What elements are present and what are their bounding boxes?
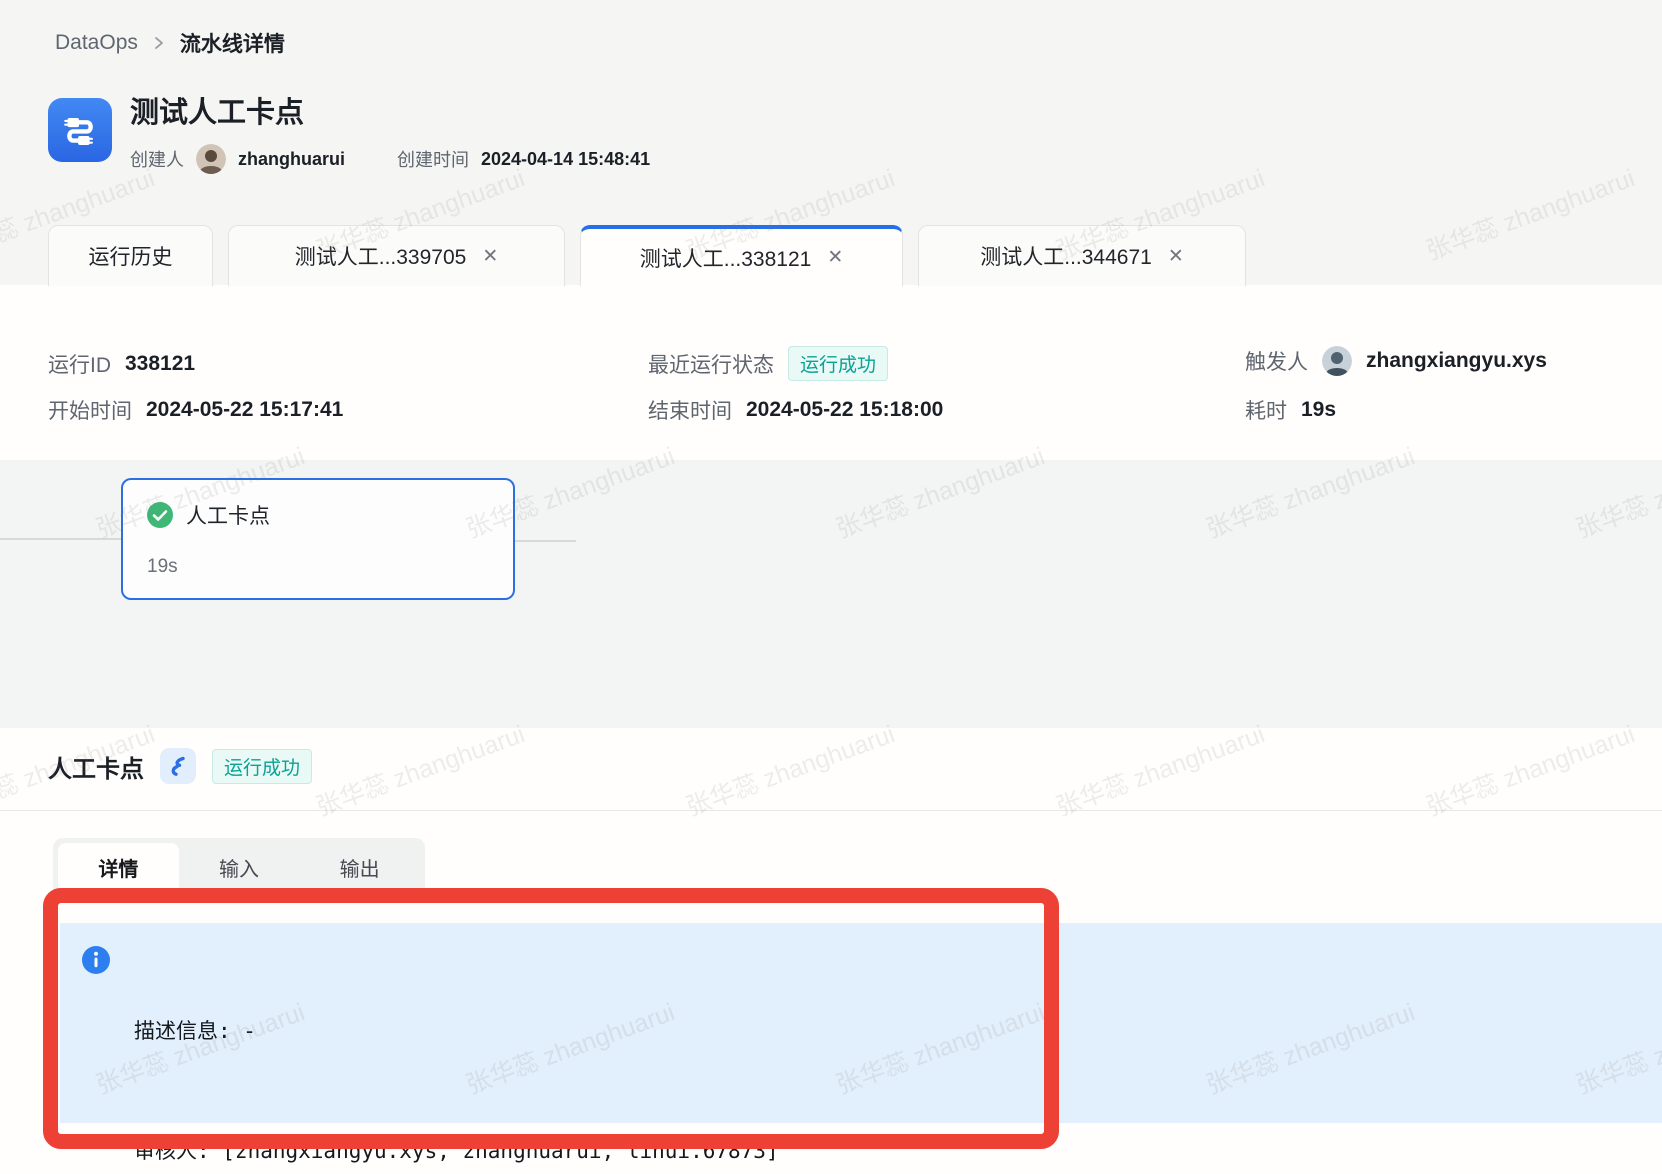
trigger-field: 触发人 zhangxiangyu.xys: [1245, 346, 1547, 376]
flow-node-manual-gate[interactable]: 人工卡点 19s: [121, 478, 515, 600]
start-time-label: 开始时间: [48, 400, 132, 423]
creator-label: 创建人: [130, 150, 184, 170]
created-time-label: 创建时间: [397, 150, 469, 170]
flow-edge-right: [515, 540, 576, 542]
start-time-value: 2024-05-22 15:17:41: [146, 398, 344, 421]
end-time-field: 结束时间 2024-05-22 15:18:00: [648, 395, 943, 425]
run-id-label: 运行ID: [48, 354, 111, 377]
run-id-value: 338121: [125, 352, 196, 375]
approval-info-panel: 描述信息: - 审核人: [zhangxiangyu.xys, zhanghua…: [60, 923, 1662, 1163]
status-label: 最近运行状态: [648, 353, 774, 377]
tab-label: 运行历史: [88, 246, 173, 269]
trigger-name: zhangxiangyu.xys: [1366, 349, 1547, 372]
tab-label: 测试人工...344671: [980, 246, 1152, 269]
info-icon: [82, 946, 110, 974]
tab-input[interactable]: 输入: [179, 843, 300, 891]
page-title: 测试人工卡点: [130, 97, 305, 129]
tab-run-history[interactable]: 运行历史: [48, 225, 213, 286]
tab-label: 测试人工...338121: [639, 247, 812, 271]
tab-run-339705[interactable]: 测试人工...339705 ✕: [228, 225, 565, 286]
breadcrumb: DataOps 流水线详情: [55, 28, 285, 58]
breadcrumb-current: 流水线详情: [179, 33, 285, 56]
tab-output[interactable]: 输出: [299, 843, 420, 891]
node-status-badge: 运行成功: [212, 748, 313, 784]
breadcrumb-root-link[interactable]: DataOps: [55, 31, 138, 55]
success-check-icon: [147, 502, 173, 528]
tab-detail[interactable]: 详情: [58, 843, 179, 891]
end-time-value: 2024-05-22 15:18:00: [746, 398, 944, 421]
tab-run-344671[interactable]: 测试人工...344671 ✕: [918, 225, 1246, 286]
section-divider: [0, 810, 1662, 811]
creator-avatar: [196, 144, 226, 174]
pipeline-icon: [48, 98, 112, 162]
description-line: 描述信息: -: [134, 1019, 256, 1043]
end-time-label: 结束时间: [648, 400, 732, 423]
run-detail-panel: 运行ID 338121 最近运行状态 运行成功 触发人 zhangxiangyu…: [0, 285, 1662, 1174]
pipeline-header: 测试人工卡点 创建人 zhanghuarui 创建时间 2024-04-14 1…: [48, 97, 651, 174]
status-badge: 运行成功: [788, 346, 889, 381]
chevron-right-icon: [152, 35, 166, 51]
start-time-field: 开始时间 2024-05-22 15:17:41: [48, 395, 343, 425]
node-section-title: 人工卡点: [48, 755, 144, 783]
reviewers-line: 审核人: [zhangxiangyu.xys, zhanghuarui, lih…: [134, 1139, 779, 1163]
node-duration: 19s: [147, 556, 178, 577]
flow-edge-left: [0, 538, 121, 540]
run-tab-bar: 运行历史 测试人工...339705 ✕ 测试人工...338121 ✕ 测试人…: [48, 225, 1662, 286]
duration-label: 耗时: [1245, 400, 1287, 423]
flow-canvas[interactable]: 人工卡点 19s: [0, 460, 1662, 728]
manual-gate-node-icon: [160, 748, 196, 784]
duration-value: 19s: [1301, 398, 1337, 421]
close-icon[interactable]: ✕: [827, 248, 843, 267]
status-field: 最近运行状态 运行成功: [648, 346, 889, 381]
node-detail-tab-bar: 详情 输入 输出: [53, 838, 425, 891]
close-icon[interactable]: ✕: [1168, 247, 1184, 266]
node-title: 人工卡点: [186, 505, 270, 528]
trigger-avatar: [1322, 346, 1352, 376]
tab-label: 测试人工...339705: [294, 246, 467, 269]
tab-run-338121[interactable]: 测试人工...338121 ✕: [580, 225, 903, 286]
approval-info-text: 描述信息: - 审核人: [zhangxiangyu.xys, zhanghua…: [134, 931, 779, 1174]
created-time-value: 2024-04-14 15:48:41: [481, 148, 651, 169]
creator-name: zhanghuarui: [238, 148, 345, 169]
duration-field: 耗时 19s: [1245, 395, 1336, 425]
run-id-field: 运行ID 338121: [48, 349, 195, 379]
pipeline-detail-page: DataOps 流水线详情 测试人工卡点 创建人 zhanghuarui 创建时…: [0, 0, 1662, 1174]
trigger-label: 触发人: [1245, 351, 1308, 374]
node-section-header: 人工卡点 运行成功: [48, 748, 313, 784]
close-icon[interactable]: ✕: [482, 247, 498, 266]
